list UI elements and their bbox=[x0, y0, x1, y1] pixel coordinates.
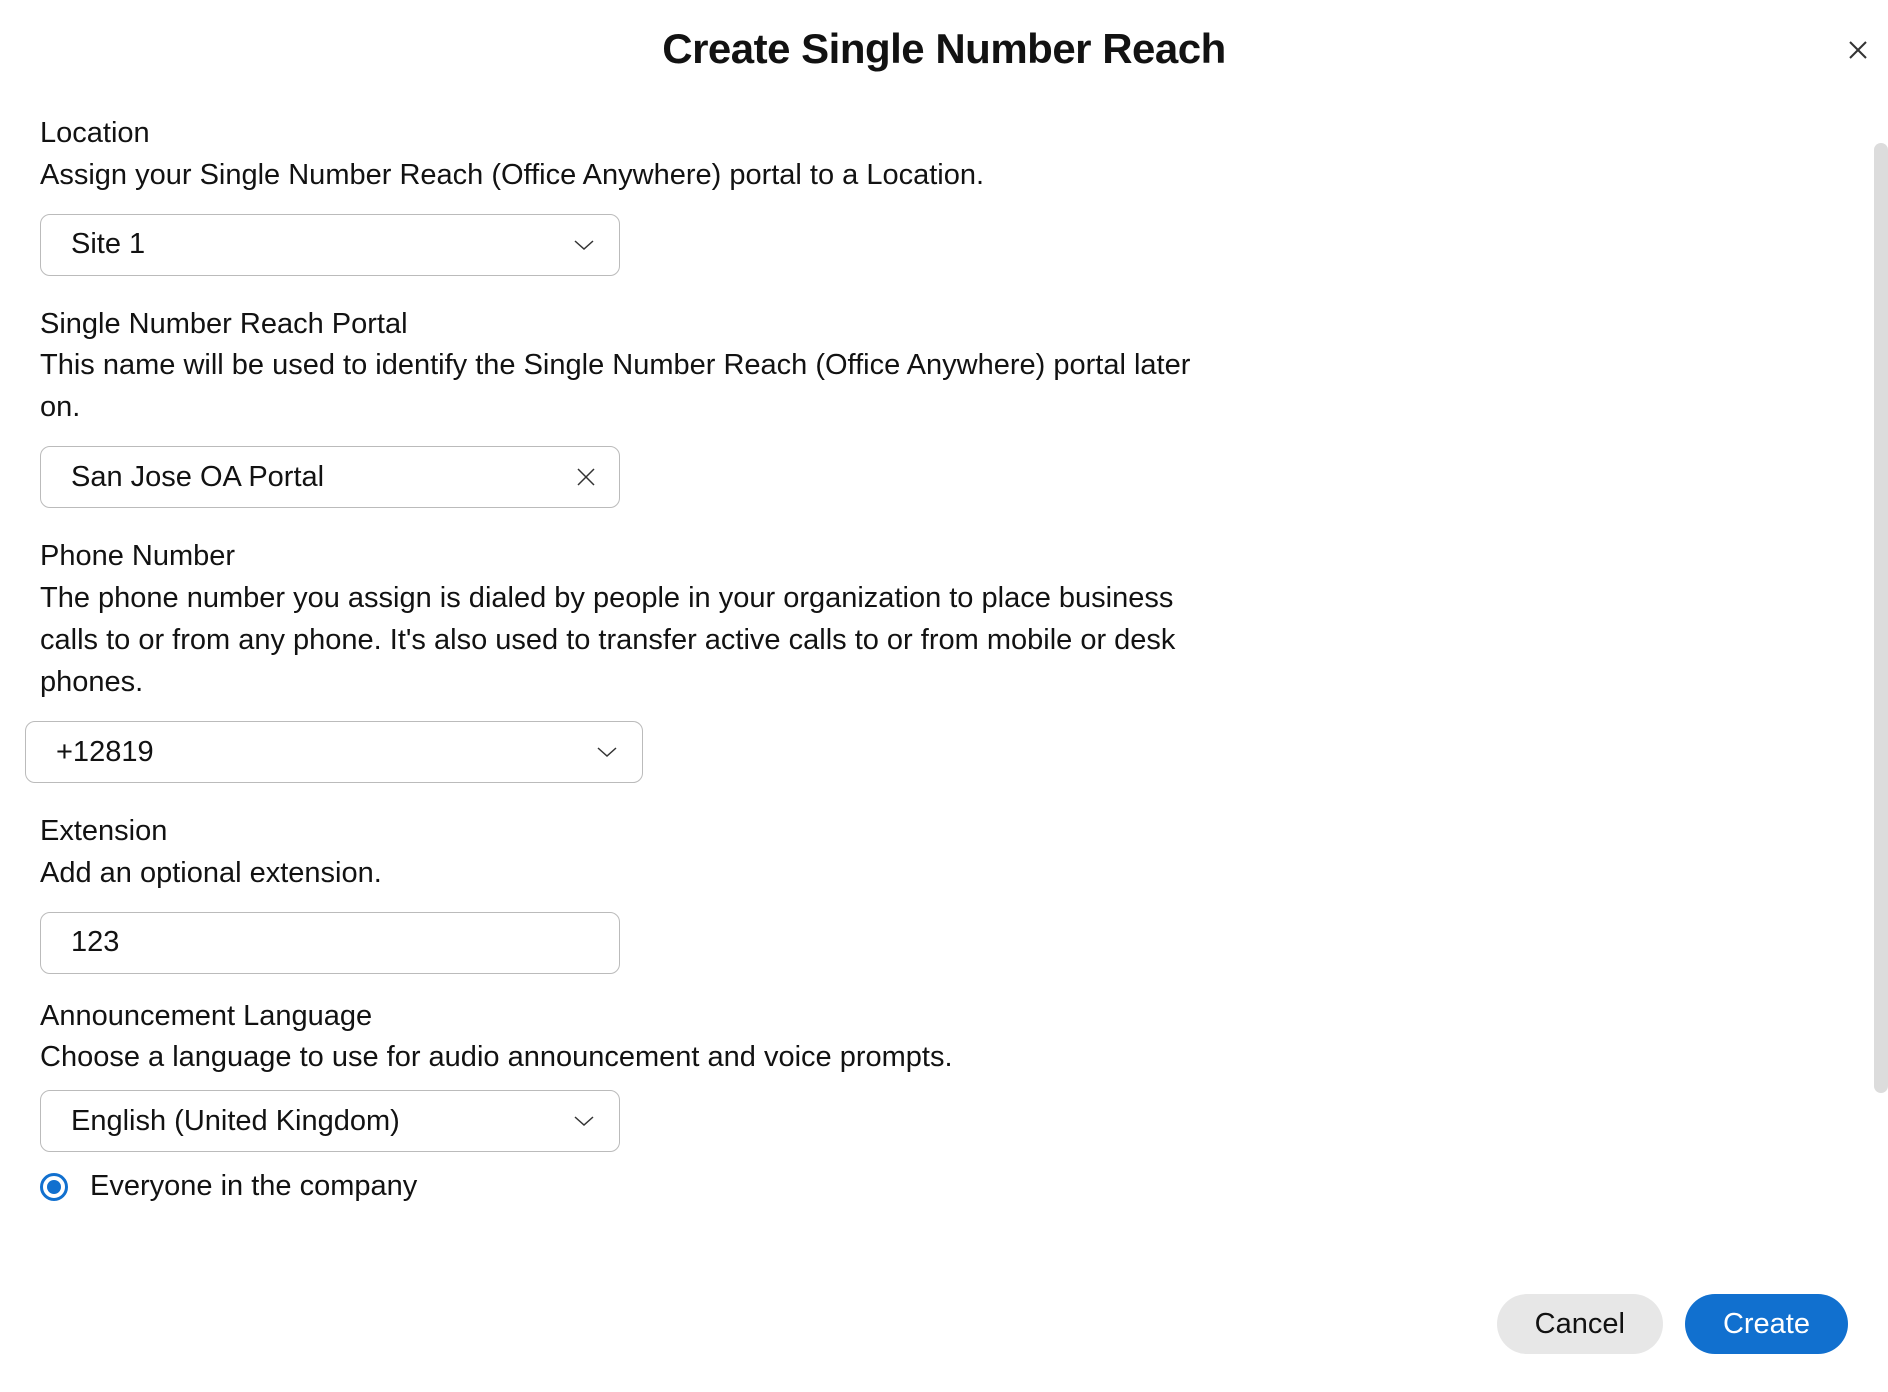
location-description: Assign your Single Number Reach (Office … bbox=[40, 154, 1220, 196]
close-icon bbox=[1849, 41, 1867, 59]
extension-label: Extension bbox=[40, 811, 1220, 852]
portal-field-group: Single Number Reach Portal This name wil… bbox=[40, 304, 1220, 509]
location-field-group: Location Assign your Single Number Reach… bbox=[40, 113, 1220, 276]
phone-field-group: Phone Number The phone number you assign… bbox=[40, 536, 1220, 783]
phone-label: Phone Number bbox=[40, 536, 1220, 577]
portal-clear-button[interactable] bbox=[574, 465, 598, 489]
scope-radio-row: Everyone in the company bbox=[40, 1170, 1220, 1203]
language-select-wrap: English (United Kingdom) bbox=[40, 1090, 620, 1152]
language-label: Announcement Language bbox=[40, 996, 1220, 1037]
portal-input-wrap bbox=[40, 446, 620, 508]
scrollbar-thumb[interactable] bbox=[1874, 143, 1888, 1093]
scope-everyone-radio[interactable] bbox=[40, 1173, 68, 1201]
language-select-value: English (United Kingdom) bbox=[71, 1105, 400, 1138]
language-select[interactable]: English (United Kingdom) bbox=[40, 1090, 620, 1152]
extension-description: Add an optional extension. bbox=[40, 852, 1220, 894]
phone-description: The phone number you assign is dialed by… bbox=[40, 577, 1220, 703]
extension-input[interactable] bbox=[40, 912, 620, 974]
portal-label: Single Number Reach Portal bbox=[40, 304, 1220, 345]
language-description: Choose a language to use for audio annou… bbox=[40, 1036, 1220, 1078]
radio-selected-icon bbox=[47, 1180, 61, 1194]
cancel-button[interactable]: Cancel bbox=[1497, 1294, 1663, 1354]
location-select[interactable]: Site 1 bbox=[40, 214, 620, 276]
phone-select-value: +12819 bbox=[56, 736, 154, 769]
phone-select-wrap: +12819 bbox=[25, 721, 643, 783]
location-select-wrap: Site 1 bbox=[40, 214, 620, 276]
language-field-group: Announcement Language Choose a language … bbox=[40, 996, 1220, 1153]
close-icon bbox=[577, 468, 595, 486]
footer-actions: Cancel Create bbox=[1497, 1294, 1848, 1354]
create-button[interactable]: Create bbox=[1685, 1294, 1848, 1354]
scrollbar-track[interactable] bbox=[1874, 143, 1888, 1093]
portal-description: This name will be used to identify the S… bbox=[40, 344, 1220, 428]
extension-field-group: Extension Add an optional extension. bbox=[40, 811, 1220, 974]
location-select-value: Site 1 bbox=[71, 228, 145, 261]
form-content: Location Assign your Single Number Reach… bbox=[0, 113, 1260, 1203]
scope-everyone-label: Everyone in the company bbox=[90, 1170, 417, 1203]
page-title: Create Single Number Reach bbox=[0, 25, 1888, 73]
close-button[interactable] bbox=[1843, 35, 1873, 65]
extension-input-wrap bbox=[40, 912, 620, 974]
phone-number-select[interactable]: +12819 bbox=[25, 721, 643, 783]
portal-name-input[interactable] bbox=[40, 446, 620, 508]
location-label: Location bbox=[40, 113, 1220, 154]
